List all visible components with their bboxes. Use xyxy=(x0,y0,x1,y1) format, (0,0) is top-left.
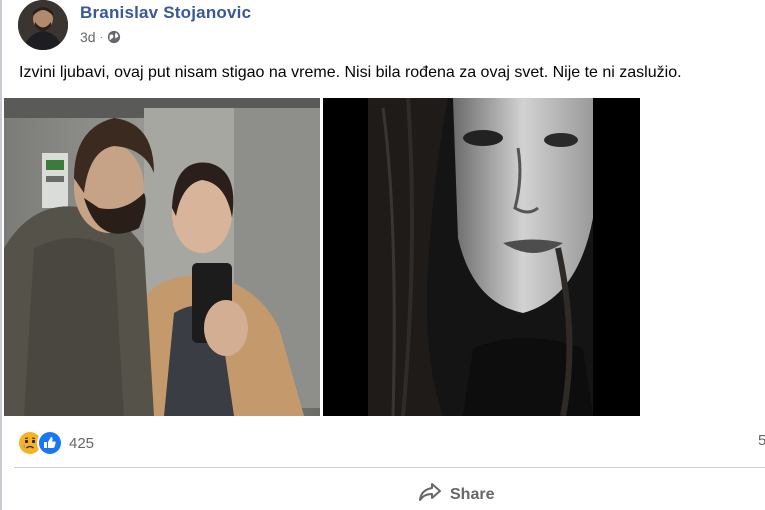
comment-count[interactable]: 5 xyxy=(758,432,765,449)
like-reaction-icon xyxy=(37,430,63,456)
woman-portrait-photo[interactable] xyxy=(323,98,640,416)
globe-icon[interactable] xyxy=(107,30,121,44)
share-label: Share xyxy=(450,485,495,503)
post-text: Izvini ljubavi, ovaj put nisam stigao na… xyxy=(19,64,682,81)
reaction-count: 425 xyxy=(69,434,95,452)
selfie-couple-photo[interactable] xyxy=(4,98,320,416)
meta-separator: · xyxy=(99,31,103,43)
post-meta: 3d · xyxy=(80,29,121,45)
share-button[interactable]: Share xyxy=(418,482,494,507)
action-divider xyxy=(14,467,765,468)
post-time[interactable]: 3d xyxy=(80,29,96,45)
reactions-summary[interactable]: 425 xyxy=(17,430,94,456)
avatar[interactable] xyxy=(18,0,68,50)
left-border xyxy=(0,0,2,510)
photo-grid xyxy=(4,98,640,416)
facebook-post: Branislav Stojanovic 3d · Izvini ljubavi… xyxy=(0,0,765,510)
share-arrow-icon xyxy=(418,482,442,507)
author-name[interactable]: Branislav Stojanovic xyxy=(80,3,251,23)
